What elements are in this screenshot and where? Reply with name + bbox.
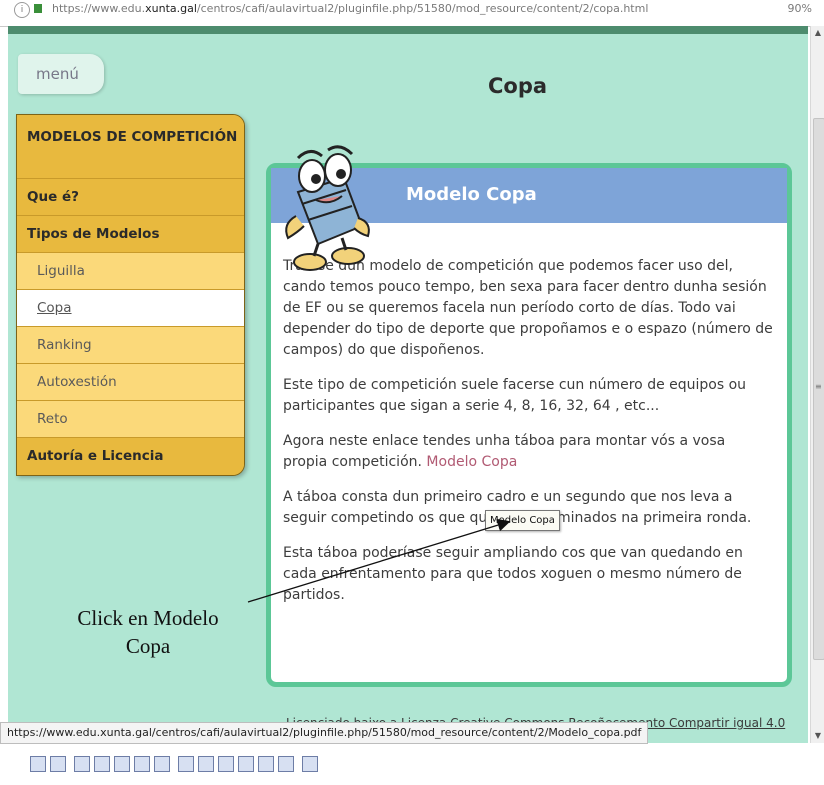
modelo-copa-link[interactable]: Modelo Copa bbox=[426, 454, 517, 470]
format-icon[interactable] bbox=[238, 756, 254, 772]
url-prefix: https://www.edu. bbox=[52, 2, 146, 15]
sidebar-item-que-e[interactable]: Que é? bbox=[17, 179, 244, 216]
annotation-text: Click en Modelo Copa bbox=[28, 604, 268, 660]
card-body: Trátase dun modelo de competición que po… bbox=[283, 256, 773, 620]
brightness-icon[interactable] bbox=[114, 756, 130, 772]
sidebar-item-copa[interactable]: Copa bbox=[17, 290, 244, 327]
vertical-scrollbar[interactable]: ▲ ≡ ▼ bbox=[810, 26, 824, 743]
status-bar: https://www.edu.xunta.gal/centros/cafi/a… bbox=[0, 722, 649, 744]
crop-icon[interactable] bbox=[178, 756, 194, 772]
sidebar-item-modelos[interactable]: MODELOS DE COMPETICIÓN bbox=[17, 115, 244, 179]
image-icon[interactable] bbox=[30, 756, 46, 772]
sidebar-item-liguilla[interactable]: Liguilla bbox=[17, 253, 244, 290]
transparency-icon[interactable] bbox=[258, 756, 274, 772]
link-tooltip: Modelo Copa bbox=[485, 510, 560, 531]
reset-icon[interactable] bbox=[302, 756, 318, 772]
page-title: Copa bbox=[488, 74, 548, 98]
address-bar[interactable]: i https://www.edu.xunta.gal/centros/cafi… bbox=[0, 0, 824, 27]
mascot-icon bbox=[285, 145, 370, 271]
menu-button[interactable]: menú bbox=[18, 54, 104, 94]
url-domain: xunta.gal bbox=[145, 2, 197, 15]
contrast-icon[interactable] bbox=[94, 756, 110, 772]
layout-icon[interactable] bbox=[74, 756, 90, 772]
paragraph-series: Este tipo de competición suele facerse c… bbox=[283, 377, 747, 414]
sidebar-item-autoxestion[interactable]: Autoxestión bbox=[17, 364, 244, 401]
paragraph-link: Agora neste enlace tendes unha táboa par… bbox=[283, 431, 773, 473]
top-border bbox=[8, 26, 808, 34]
lock-icon bbox=[34, 4, 42, 13]
compress-icon[interactable] bbox=[218, 756, 234, 772]
color-icon[interactable] bbox=[134, 756, 150, 772]
grayscale-icon[interactable] bbox=[154, 756, 170, 772]
zoom-level[interactable]: 90% bbox=[788, 2, 812, 15]
pencil-icon[interactable] bbox=[278, 756, 294, 772]
sidebar-item-tipos[interactable]: Tipos de Modelos bbox=[17, 216, 244, 253]
drawing-toolbar bbox=[0, 744, 824, 785]
scroll-down-icon[interactable]: ▼ bbox=[811, 729, 824, 743]
info-icon[interactable]: i bbox=[14, 2, 30, 18]
url-path: /centros/cafi/aulavirtual2/pluginfile.ph… bbox=[196, 2, 649, 15]
annotation-line-2: Copa bbox=[125, 634, 171, 658]
grip-icon: ≡ bbox=[815, 382, 822, 391]
paragraph-extend: Esta táboa poderíase seguir ampliando co… bbox=[283, 545, 743, 603]
annotation-line-1: Click en Modelo bbox=[77, 606, 219, 630]
scroll-up-icon[interactable]: ▲ bbox=[811, 26, 824, 40]
sidebar-item-autoria[interactable]: Autoría e Licencia bbox=[17, 438, 244, 475]
url-text[interactable]: https://www.edu.xunta.gal/centros/cafi/a… bbox=[52, 2, 648, 15]
page-viewport: menú Copa MODELOS DE COMPETICIÓN Que é? … bbox=[8, 26, 808, 743]
line-style-icon[interactable] bbox=[198, 756, 214, 772]
paint-icon[interactable] bbox=[50, 756, 66, 772]
sidebar-item-reto[interactable]: Reto bbox=[17, 401, 244, 438]
card-title: Modelo Copa bbox=[406, 184, 537, 205]
sidebar-nav: MODELOS DE COMPETICIÓN Que é? Tipos de M… bbox=[16, 114, 245, 476]
sidebar-item-ranking[interactable]: Ranking bbox=[17, 327, 244, 364]
